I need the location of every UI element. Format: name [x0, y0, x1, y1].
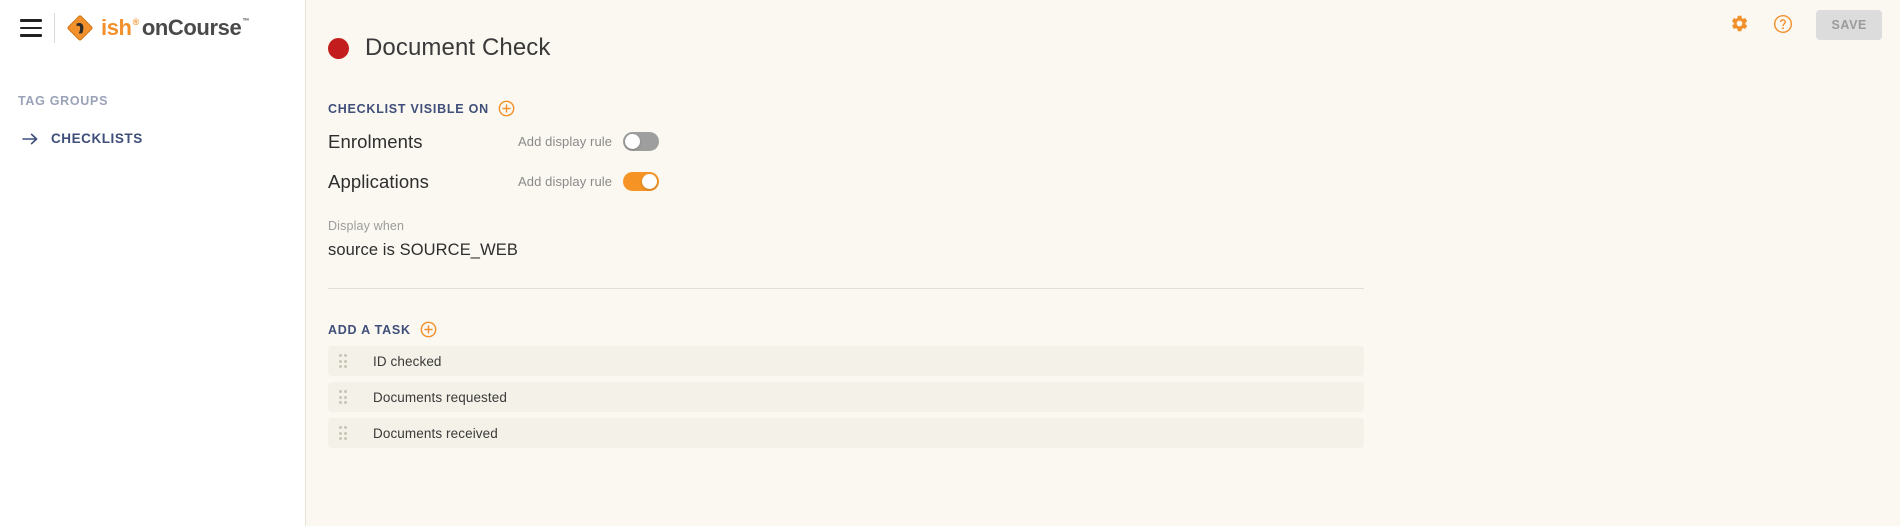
task-label: ID checked [373, 353, 442, 369]
hamburger-bar [20, 19, 42, 22]
save-button[interactable]: SAVE [1816, 10, 1882, 40]
visibility-section-title: CHECKLIST VISIBLE ON [328, 101, 489, 116]
ish-diamond-icon [66, 14, 94, 42]
sidebar: ish ® onCourse ™ TAG GROUPS CHECKLISTS [0, 0, 306, 526]
dot-grid [338, 354, 348, 368]
hamburger-bar [20, 26, 42, 30]
gear-icon [1730, 14, 1749, 36]
add-visibility-rule-plus-circle-icon[interactable] [498, 100, 515, 117]
display-when-field: Display when source is SOURCE_WEB [328, 219, 1900, 260]
page-body: Document Check CHECKLIST VISIBLE ON Enro… [306, 28, 1900, 448]
display-when-label: Display when [328, 219, 405, 233]
task-row[interactable]: Documents requested [328, 382, 1364, 412]
visibility-rule-row-enrolments: Enrolments Add display rule [328, 126, 1900, 157]
oncourse-logo[interactable]: ish ® onCourse ™ [66, 14, 249, 42]
hamburger-bar [20, 34, 42, 37]
section-divider [328, 288, 1364, 289]
drag-handle-icon[interactable] [328, 426, 358, 440]
help-button[interactable] [1770, 12, 1796, 38]
visibility-rule-row-applications: Applications Add display rule [328, 166, 1900, 197]
task-label: Documents requested [373, 389, 507, 405]
logo-ish-text: ish [101, 15, 132, 40]
add-task-plus-circle-icon[interactable] [420, 321, 437, 338]
logo-trademark-mark: ™ [242, 18, 249, 25]
help-circle-icon [1773, 14, 1793, 37]
visibility-rule-name: Enrolments [328, 130, 423, 152]
task-row[interactable]: ID checked [328, 346, 1364, 376]
tasks-section-title: ADD A TASK [328, 322, 411, 337]
page-title: Document Check [365, 34, 551, 61]
sidebar-header: ish ® onCourse ™ [0, 0, 305, 56]
sidebar-item-label: CHECKLISTS [51, 131, 143, 146]
arrow-right-icon [22, 132, 39, 146]
status-dot-icon [328, 37, 349, 59]
dot-grid [338, 426, 348, 440]
visibility-rule-name: Applications [328, 170, 429, 192]
toggle-knob [642, 174, 658, 189]
hamburger-menu-icon[interactable] [14, 11, 48, 45]
header-divider [54, 13, 55, 43]
visibility-section-header: CHECKLIST VISIBLE ON [328, 100, 1900, 117]
toggle-knob [625, 134, 641, 149]
app-root: ish ® onCourse ™ TAG GROUPS CHECKLISTS S… [0, 0, 1900, 526]
visibility-rule-toggle-label: Add display rule [518, 134, 613, 149]
drag-handle-icon[interactable] [328, 354, 358, 368]
display-when-value[interactable]: source is SOURCE_WEB [328, 241, 1900, 260]
drag-handle-icon[interactable] [328, 390, 358, 404]
visibility-rule-toggle-label: Add display rule [518, 174, 613, 189]
logo-registered-mark: ® [132, 17, 140, 27]
sidebar-item-checklists[interactable]: CHECKLISTS [0, 127, 305, 150]
settings-gear-button[interactable] [1726, 12, 1752, 38]
task-label: Documents received [373, 425, 498, 441]
task-list: ID checked Documents requested Documents… [328, 346, 1900, 448]
main-content: SAVE Document Check CHECKLIST VISIBLE ON… [306, 0, 1900, 526]
dot-grid [338, 390, 348, 404]
tasks-section-header: ADD A TASK [328, 321, 1900, 338]
page-title-row: Document Check [328, 28, 1900, 68]
enrolments-display-rule-toggle[interactable] [623, 132, 660, 151]
applications-display-rule-toggle[interactable] [623, 172, 660, 191]
logo-wordmark: ish ® onCourse ™ [101, 17, 249, 39]
logo-oncourse-text: onCourse [141, 15, 242, 40]
task-row[interactable]: Documents received [328, 418, 1364, 448]
sidebar-section-label: TAG GROUPS [18, 94, 109, 108]
